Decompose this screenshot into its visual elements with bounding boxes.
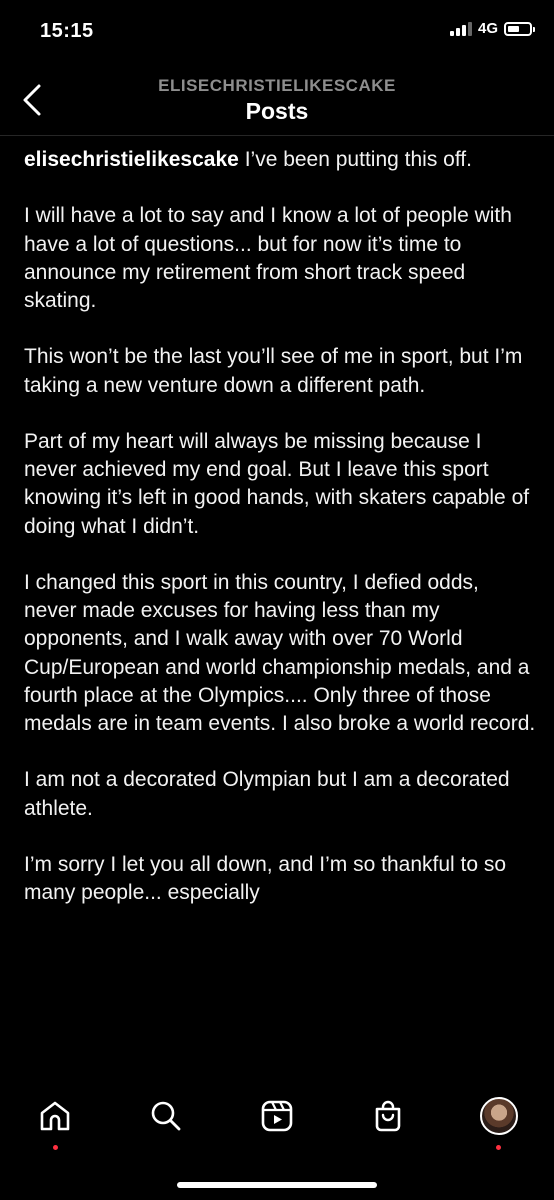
- profile-badge: [496, 1145, 501, 1150]
- caption-paragraph: I will have a lot to say and I know a lo…: [24, 204, 512, 312]
- signal-icon: [449, 21, 472, 36]
- page-header: ELISECHRISTIELIKESCAKE Posts: [0, 64, 554, 136]
- home-icon: [40, 1101, 70, 1131]
- caption-paragraph: elisechristielikescake I’ve been putting…: [24, 146, 536, 174]
- battery-icon: [504, 21, 535, 36]
- home-indicator[interactable]: [177, 1182, 377, 1188]
- tab-home[interactable]: [33, 1094, 77, 1138]
- caption-author[interactable]: elisechristielikescake: [24, 148, 239, 171]
- network-type: 4G: [477, 20, 498, 37]
- header-titles: ELISECHRISTIELIKESCAKE Posts: [0, 76, 554, 125]
- home-badge: [53, 1145, 58, 1150]
- post-caption: elisechristielikescake I’ve been putting…: [24, 146, 536, 936]
- caption-paragraph: This won’t be the last you’ll see of me …: [24, 345, 523, 397]
- status-time: 15:15: [40, 20, 94, 42]
- shop-icon: [375, 1100, 401, 1132]
- status-bar: 15:15 4G: [0, 0, 554, 64]
- tab-search[interactable]: [144, 1094, 188, 1138]
- caption-paragraph: Part of my heart will always be missing …: [24, 429, 530, 538]
- caption-paragraph: I’m sorry I let you all down, and I’m so…: [24, 852, 507, 905]
- caption-text: I’ve been putting this off.: [244, 148, 472, 171]
- tab-reels[interactable]: [255, 1094, 299, 1138]
- reels-icon: [261, 1100, 293, 1132]
- header-username[interactable]: ELISECHRISTIELIKESCAKE: [0, 76, 554, 96]
- caption-paragraph: I changed this sport in this country, I …: [24, 570, 536, 735]
- profile-avatar: [480, 1097, 518, 1135]
- search-icon: [151, 1101, 181, 1131]
- tab-profile[interactable]: [477, 1094, 521, 1138]
- page-title: Posts: [245, 98, 309, 124]
- tab-shop[interactable]: [366, 1094, 410, 1138]
- status-indicators: 4G: [449, 20, 535, 37]
- caption-paragraph: I am not a decorated Olympian but I am a…: [24, 768, 510, 820]
- bottom-tab-bar: [0, 1078, 554, 1200]
